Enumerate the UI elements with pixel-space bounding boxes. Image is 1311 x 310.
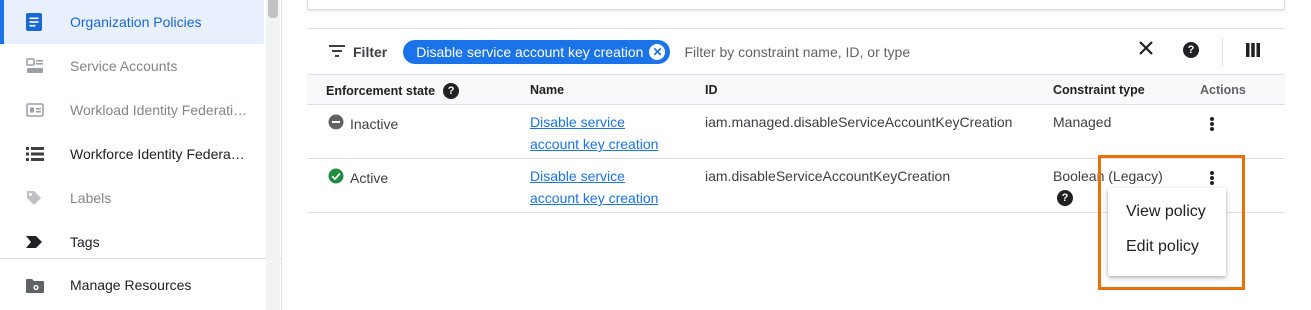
name-cell: Disable service account key creation xyxy=(530,114,670,155)
state-cell: Inactive xyxy=(328,114,398,133)
more-actions-icon[interactable] xyxy=(1207,114,1217,134)
constraint-type-label: Boolean (Legacy) xyxy=(1053,168,1163,184)
top-card xyxy=(307,0,1285,10)
service-account-icon xyxy=(0,58,70,74)
header-actions: Actions xyxy=(1200,83,1246,97)
policy-name-link[interactable]: Disable service account key creation xyxy=(530,111,670,155)
header-label: ID xyxy=(705,83,718,97)
sidebar-scrollbar-thumb[interactable] xyxy=(268,0,278,18)
sidebar-item-label: Labels xyxy=(70,190,112,206)
clear-filter-icon[interactable] xyxy=(1139,41,1153,55)
state-cell: Active xyxy=(328,168,388,187)
list-icon xyxy=(0,147,70,161)
filter-button[interactable]: Filter xyxy=(329,44,387,60)
header-label: Enforcement state xyxy=(326,84,436,98)
filter-bar: Filter Disable service account key creat… xyxy=(307,28,1285,74)
sidebar-divider xyxy=(0,258,282,259)
table-row: Inactive Disable service account key cre… xyxy=(307,105,1285,159)
sidebar-item-workload-identity-federation[interactable]: Workload Identity Federati… xyxy=(0,88,264,132)
sidebar-nav: Organization Policies Service Accounts W… xyxy=(0,0,282,310)
label-tag-icon xyxy=(0,190,70,206)
filter-input[interactable] xyxy=(684,43,1105,60)
sidebar-item-labels[interactable]: Labels xyxy=(0,176,264,220)
sidebar-scrollbar[interactable] xyxy=(266,0,280,310)
more-actions-icon[interactable] xyxy=(1207,168,1217,188)
state-label: Active xyxy=(350,169,389,186)
table-header: Enforcement state ? Name ID Constraint t… xyxy=(307,74,1285,105)
help-icon[interactable]: ? xyxy=(443,83,460,99)
policy-name-link[interactable]: Disable service account key creation xyxy=(530,165,670,209)
sidebar-item-label: Service Accounts xyxy=(70,58,178,74)
filter-chip-label: Disable service account key creation xyxy=(416,43,644,60)
sidebar-item-label: Organization Policies xyxy=(70,14,202,30)
toolbar-divider xyxy=(1222,38,1223,66)
sidebar-item-workforce-identity-federation[interactable]: Workforce Identity Federa… xyxy=(0,132,264,176)
help-icon[interactable]: ? xyxy=(1183,42,1199,58)
sidebar-item-label: Tags xyxy=(70,234,100,250)
sidebar-item-label: Workload Identity Federati… xyxy=(70,102,248,118)
sidebar-item-service-accounts[interactable]: Service Accounts xyxy=(0,44,264,88)
constraint-type-cell: Managed xyxy=(1053,114,1112,130)
sidebar-item-label: Manage Resources xyxy=(70,277,192,293)
inactive-status-icon xyxy=(328,114,344,133)
id-card-icon xyxy=(0,103,70,117)
filter-label: Filter xyxy=(353,43,388,60)
menu-item-edit-policy[interactable]: Edit policy xyxy=(1108,229,1226,264)
filter-chip[interactable]: Disable service account key creation ✕ xyxy=(403,39,671,64)
menu-item-view-policy[interactable]: View policy xyxy=(1108,194,1226,229)
close-icon[interactable]: ✕ xyxy=(649,43,666,60)
actions-menu: View policy Edit policy xyxy=(1108,188,1226,276)
header-label: Name xyxy=(530,83,565,97)
header-label: Actions xyxy=(1200,83,1246,97)
header-enforcement-state[interactable]: Enforcement state ? xyxy=(326,83,460,99)
header-constraint-type[interactable]: Constraint type xyxy=(1053,83,1145,97)
sidebar-item-manage-resources[interactable]: Manage Resources xyxy=(0,263,264,307)
id-cell: iam.managed.disableServiceAccountKeyCrea… xyxy=(705,114,1013,130)
header-name[interactable]: Name xyxy=(530,83,564,97)
policy-doc-icon xyxy=(0,13,70,31)
tag-arrow-icon xyxy=(0,236,70,248)
check-circle-icon xyxy=(328,168,344,187)
id-cell: iam.disableServiceAccountKeyCreation xyxy=(705,168,951,184)
header-label: Constraint type xyxy=(1053,83,1145,97)
sidebar-item-label: Workforce Identity Federa… xyxy=(70,146,245,162)
header-id[interactable]: ID xyxy=(705,83,718,97)
name-cell: Disable service account key creation xyxy=(530,168,670,209)
sidebar-item-organization-policies[interactable]: Organization Policies xyxy=(0,0,264,44)
help-icon[interactable]: ? xyxy=(1057,190,1073,206)
filter-lines-icon xyxy=(329,44,345,60)
folder-gear-icon xyxy=(0,278,70,293)
column-display-icon[interactable] xyxy=(1246,43,1260,57)
state-label: Inactive xyxy=(350,115,399,132)
